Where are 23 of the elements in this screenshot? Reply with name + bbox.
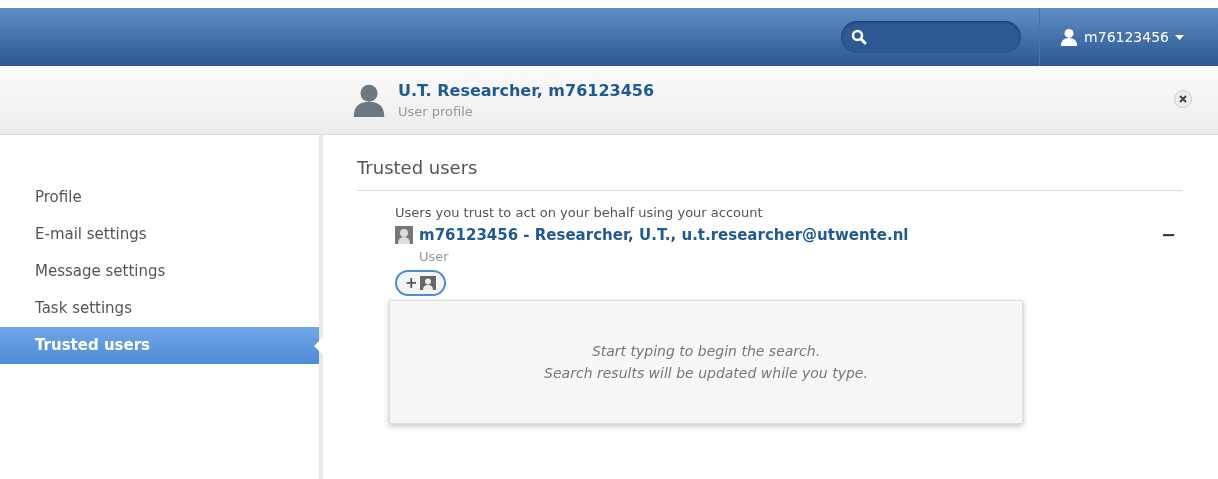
user-entry[interactable]: m76123456 - Researcher, U.T., u.t.researcher@utwente.nl: [419, 225, 1155, 244]
search-icon: [851, 29, 868, 45]
close-button[interactable]: [1174, 90, 1192, 108]
user-icon: [1060, 28, 1079, 46]
search-field[interactable]: [841, 21, 1022, 53]
user-role: User: [419, 249, 450, 264]
add-user-button[interactable]: +: [395, 270, 446, 296]
section-description: Users you trust to act on your behalf using your account: [395, 205, 764, 220]
sidebar-item[interactable]: E-mail settings: [0, 216, 319, 253]
avatar-icon: [352, 83, 386, 117]
remove-button[interactable]: −: [1160, 224, 1176, 245]
close-icon: [1179, 95, 1187, 103]
profile-subtitle: User profile: [398, 104, 474, 119]
profile-name: U.T. Researcher, m76123456: [398, 81, 655, 100]
section-title: Trusted users: [357, 157, 1182, 191]
hint-text: Start typing to begin the search.: [591, 343, 821, 359]
sidebar-item[interactable]: Task settings: [0, 290, 319, 327]
user-icon: [419, 276, 436, 290]
user-icon: [395, 225, 413, 244]
caret-icon: [1175, 34, 1184, 40]
sidebar-item[interactable]: Message settings: [0, 253, 319, 290]
hint-text: Search results will be updated while you type.: [544, 365, 868, 381]
sidebar-item[interactable]: Profile: [0, 179, 319, 216]
